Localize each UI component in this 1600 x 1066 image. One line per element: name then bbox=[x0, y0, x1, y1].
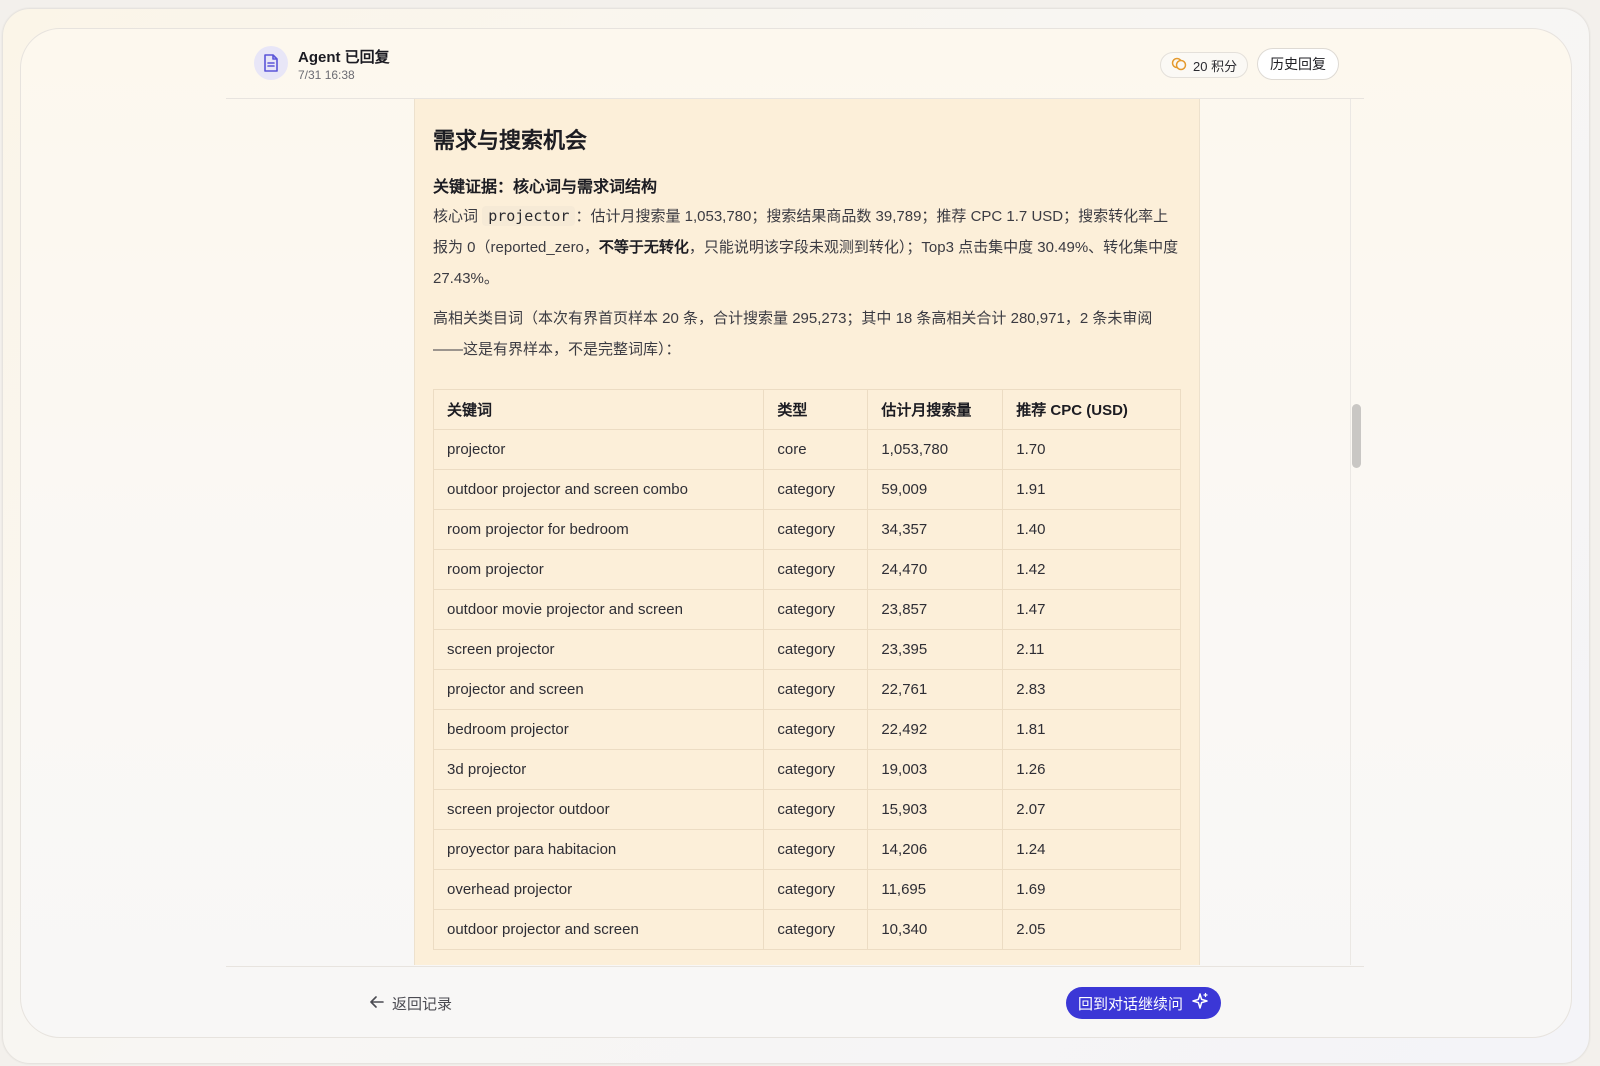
cell-keyword: projector and screen bbox=[432, 669, 765, 710]
sparkle-icon bbox=[1191, 992, 1209, 1014]
cell-keyword: screen projector outdoor bbox=[432, 789, 765, 830]
scroll-track bbox=[1350, 99, 1351, 965]
cell-cpc: 2.07 bbox=[1002, 789, 1181, 830]
table-row: screen projector outdoor category 15,903 2.… bbox=[432, 789, 1181, 830]
table-row: bedroom projector category 22,492 1.81 bbox=[432, 709, 1181, 750]
cell-cpc: 1.26 bbox=[1002, 749, 1181, 790]
table-row: room projector for bedroom category 34,357… bbox=[432, 509, 1181, 550]
cell-keyword: overhead projector bbox=[432, 869, 765, 910]
cell-cpc: 1.70 bbox=[1002, 429, 1181, 470]
back-label: 返回记录 bbox=[392, 996, 453, 1013]
cell-cpc: 1.47 bbox=[1002, 589, 1181, 630]
cell-search-volume: 22,761 bbox=[867, 669, 1004, 710]
core-keyword-code: projector bbox=[482, 206, 576, 226]
evidence-subtitle: 关键证据：核心词与需求词结构 bbox=[433, 179, 658, 196]
cell-cpc: 2.05 bbox=[1002, 909, 1181, 950]
conversion-note-bold: 不等于无转化 bbox=[598, 239, 689, 256]
cell-cpc: 1.42 bbox=[1002, 549, 1181, 590]
cell-type: category bbox=[763, 909, 869, 950]
col-cpc: 推荐 CPC (USD) bbox=[1002, 389, 1181, 430]
cell-type: category bbox=[763, 669, 869, 710]
section-title: 需求与搜索机会 bbox=[433, 128, 588, 153]
col-search-volume: 估计月搜索量 bbox=[867, 389, 1004, 430]
points-badge: 20 积分 bbox=[1160, 52, 1249, 78]
cell-cpc: 2.11 bbox=[1002, 629, 1181, 670]
cell-type: category bbox=[763, 589, 869, 630]
col-type: 类型 bbox=[763, 389, 869, 430]
cell-cpc: 1.40 bbox=[1002, 509, 1181, 550]
cell-keyword: room projector bbox=[432, 549, 765, 590]
arrow-left-icon bbox=[370, 995, 384, 1012]
points-label: 20 积分 bbox=[1193, 58, 1238, 74]
cell-keyword: outdoor projector and screen bbox=[432, 909, 765, 950]
cell-type: category bbox=[763, 789, 869, 830]
cell-search-volume: 59,009 bbox=[867, 469, 1004, 510]
cell-cpc: 1.91 bbox=[1002, 469, 1181, 510]
table-row: screen projector category 23,395 2.11 bbox=[432, 629, 1181, 670]
table-row: proyector para habitacion category 14,206 1… bbox=[432, 829, 1181, 870]
cell-keyword: room projector for bedroom bbox=[432, 509, 765, 550]
table-row: room projector category 24,470 1.42 bbox=[432, 549, 1181, 590]
cell-cpc: 2.83 bbox=[1002, 669, 1181, 710]
history-replies-button[interactable]: 历史回复 bbox=[1257, 48, 1339, 80]
cell-keyword: 3d projector bbox=[432, 749, 765, 790]
cell-type: category bbox=[763, 709, 869, 750]
col-keyword: 关键词 bbox=[432, 389, 765, 430]
cell-type: core bbox=[763, 429, 869, 470]
cell-keyword: outdoor movie projector and screen bbox=[432, 589, 765, 630]
cell-cpc: 1.69 bbox=[1002, 869, 1181, 910]
table-row: 3d projector category 19,003 1.26 bbox=[432, 749, 1181, 790]
cell-keyword: bedroom projector bbox=[432, 709, 765, 750]
cell-search-volume: 24,470 bbox=[867, 549, 1004, 590]
table-header-row: 关键词 类型 估计月搜索量 推荐 CPC (USD) bbox=[432, 389, 1181, 430]
report-scroll-area[interactable]: 需求与搜索机会 关键证据：核心词与需求词结构 核心词 projector ：估计月… bbox=[226, 99, 1364, 965]
table-row: outdoor movie projector and screen catego… bbox=[432, 589, 1181, 630]
cell-search-volume: 1,053,780 bbox=[867, 429, 1004, 470]
cell-cpc: 1.24 bbox=[1002, 829, 1181, 870]
cell-search-volume: 23,857 bbox=[867, 589, 1004, 630]
scrollbar-thumb[interactable] bbox=[1352, 404, 1361, 468]
cell-search-volume: 14,206 bbox=[867, 829, 1004, 870]
cell-keyword: proyector para habitacion bbox=[432, 829, 765, 870]
table-row: outdoor projector and screen category 10,3… bbox=[432, 909, 1181, 950]
continue-label: 回到对话继续问 bbox=[1078, 995, 1184, 1013]
cell-type: category bbox=[763, 869, 869, 910]
reply-timestamp: 7/31 16:38 bbox=[298, 68, 355, 82]
cell-search-volume: 11,695 bbox=[867, 869, 1004, 910]
reply-header: Agent 已回复 7/31 16:38 20 积分 历史回复 bbox=[226, 28, 1364, 99]
reply-footer: 返回记录 回到对话继续问 bbox=[226, 966, 1364, 1039]
cell-type: category bbox=[763, 749, 869, 790]
cell-type: category bbox=[763, 829, 869, 870]
table-row: outdoor projector and screen combo catego… bbox=[432, 469, 1181, 510]
core-keyword-prefix: 核心词 bbox=[433, 208, 479, 225]
document-icon bbox=[254, 46, 288, 80]
cell-keyword: outdoor projector and screen combo bbox=[432, 469, 765, 510]
cell-type: category bbox=[763, 629, 869, 670]
core-keyword-paragraph: 核心词 projector ：估计月搜索量 1,053,780；搜索结果商品数 3… bbox=[433, 201, 1181, 294]
agent-title: Agent 已回复 bbox=[298, 49, 390, 66]
cell-search-volume: 34,357 bbox=[867, 509, 1004, 550]
cell-search-volume: 15,903 bbox=[867, 789, 1004, 830]
category-keywords-paragraph: 高相关类目词（本次有界首页样本 20 条，合计搜索量 295,273；其中 18… bbox=[433, 310, 1153, 358]
keyword-table: 关键词 类型 估计月搜索量 推荐 CPC (USD) projector core… bbox=[432, 389, 1181, 950]
cell-cpc: 1.81 bbox=[1002, 709, 1181, 750]
cell-type: category bbox=[763, 509, 869, 550]
table-row: projector core 1,053,780 1.70 bbox=[432, 429, 1181, 470]
cell-type: category bbox=[763, 469, 869, 510]
cell-search-volume: 19,003 bbox=[867, 749, 1004, 790]
back-to-records-link[interactable]: 返回记录 bbox=[370, 993, 452, 1014]
table-row: projector and screen category 22,761 2.83 bbox=[432, 669, 1181, 710]
continue-conversation-button[interactable]: 回到对话继续问 bbox=[1066, 987, 1222, 1019]
cell-keyword: screen projector bbox=[432, 629, 765, 670]
cell-search-volume: 22,492 bbox=[867, 709, 1004, 750]
cell-keyword: projector bbox=[432, 429, 765, 470]
cell-type: category bbox=[763, 549, 869, 590]
cell-search-volume: 10,340 bbox=[867, 909, 1004, 950]
report-card: 需求与搜索机会 关键证据：核心词与需求词结构 核心词 projector ：估计月… bbox=[414, 99, 1200, 965]
table-row: overhead projector category 11,695 1.69 bbox=[432, 869, 1181, 910]
cell-search-volume: 23,395 bbox=[867, 629, 1004, 670]
coins-icon bbox=[1171, 57, 1187, 74]
